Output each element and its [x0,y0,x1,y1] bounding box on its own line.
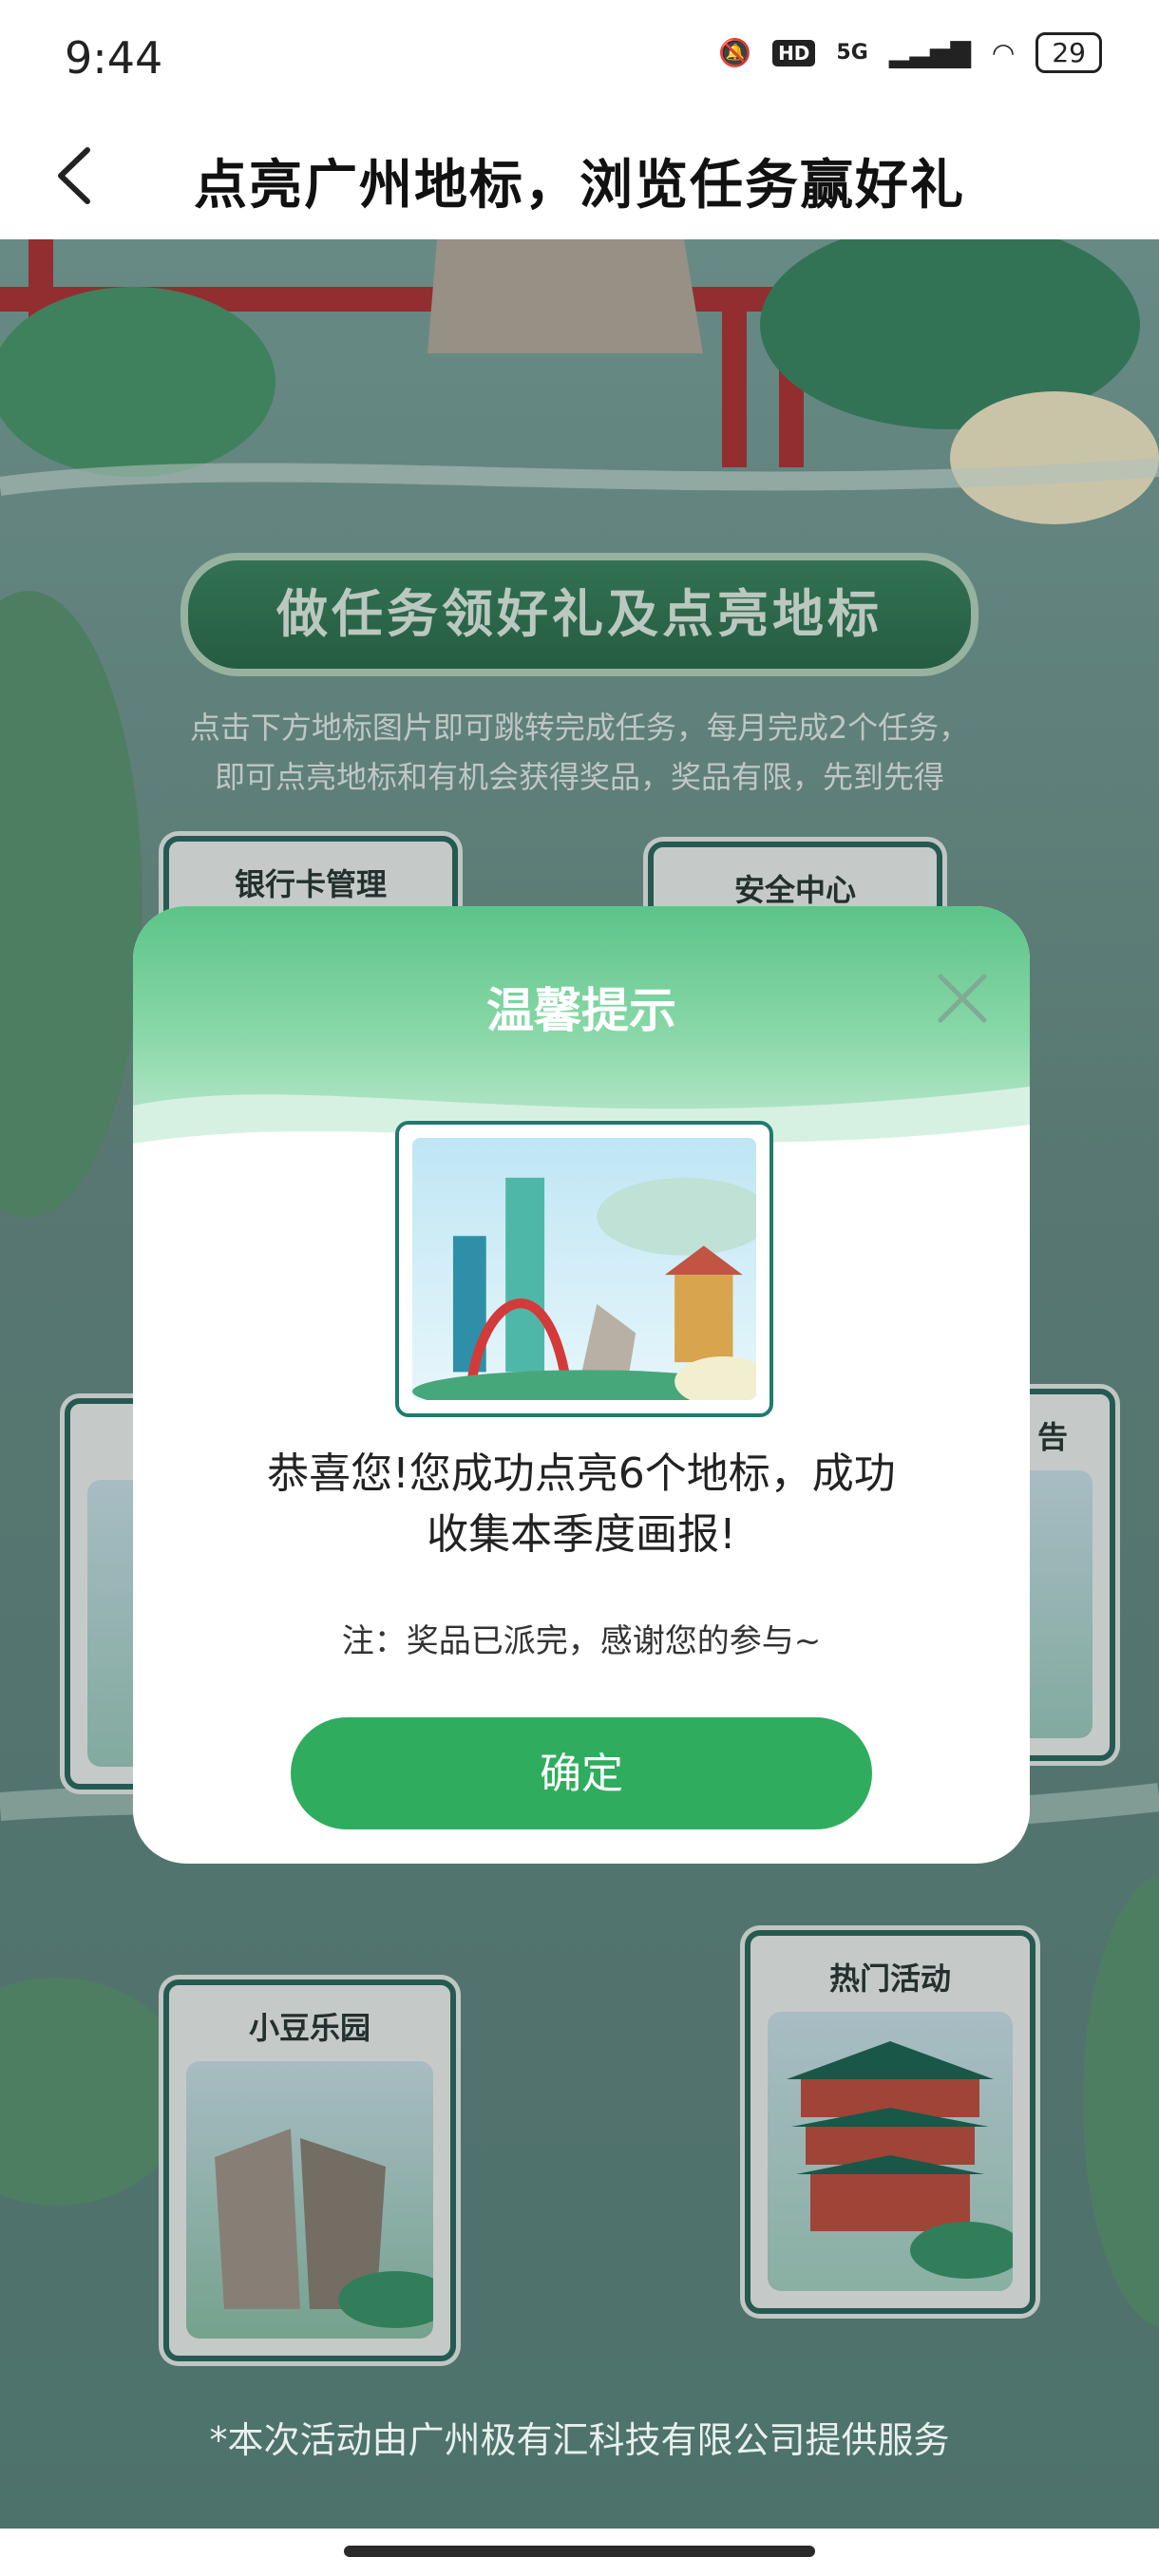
network-label: 5G [836,41,868,65]
title-bar: 点亮广州地标，浏览任务赢好礼 [0,114,1159,239]
status-bar: 9:44 🔕 HD 5G ▂▃▅▇ ◠ 29 [0,0,1159,114]
close-icon[interactable] [933,969,992,1028]
confirm-button[interactable]: 确定 [291,1717,872,1829]
page-title: 点亮广州地标，浏览任务赢好礼 [194,155,965,217]
status-time: 9:44 [65,32,163,84]
sponsor-footer: *本次活动由广州极有汇科技有限公司提供服务 [209,2419,950,2461]
dialog-title: 温馨提示 [486,983,676,1038]
mute-icon: 🔕 [718,37,752,68]
signal-icon: ▂▃▅▇ [888,37,971,68]
poster-image [412,1138,756,1400]
tip-dialog: 温馨提示 恭喜您!您成功点亮6个地标，成功收集本季度画报! 注：奖品已派完，感谢… [133,906,1030,1864]
season-poster [395,1121,773,1417]
dialog-message: 恭喜您!您成功点亮6个地标，成功收集本季度画报! [267,1449,896,1559]
wifi-icon: ◠ [991,37,1016,68]
hd-badge: HD [772,39,816,66]
city-landmarks-illustration [412,1177,756,1400]
dialog-note: 注：奖品已派完，感谢您的参与~ [341,1622,822,1660]
battery-indicator: 29 [1036,32,1102,73]
gesture-handle[interactable] [344,2546,815,2557]
status-icons: 🔕 HD 5G ▂▃▅▇ ◠ 29 [718,32,1102,73]
